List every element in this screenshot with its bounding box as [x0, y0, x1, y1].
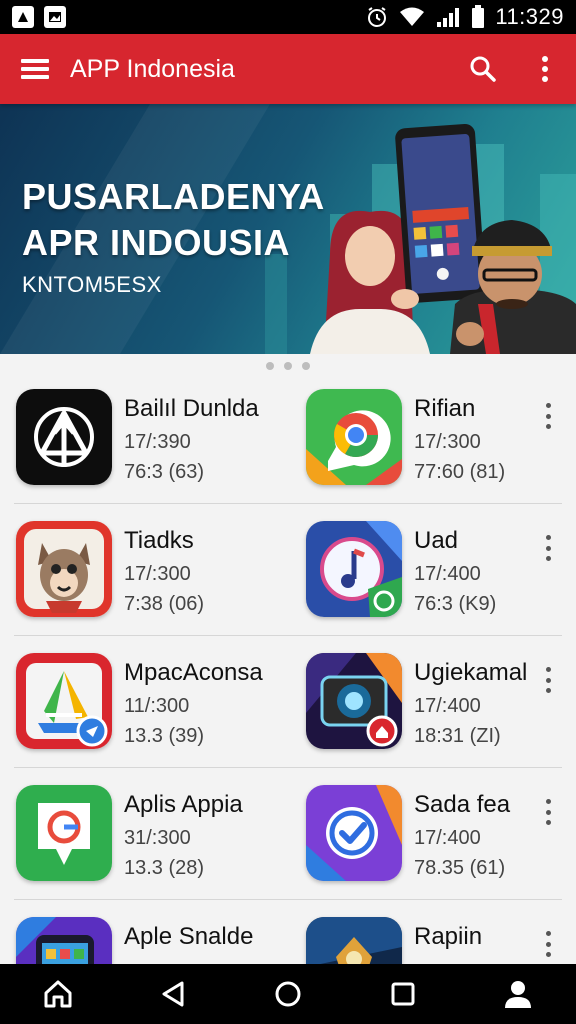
- promo-banner[interactable]: PUSARLADENYA APR INDOUSIA KNTOM5ESX: [0, 104, 576, 354]
- more-options-button[interactable]: [540, 533, 556, 563]
- app-name: MpacAconsa: [124, 659, 263, 686]
- user-icon: [505, 981, 532, 1008]
- banner-subtext: KNTOM5ESX: [22, 272, 162, 297]
- profile-button[interactable]: [488, 964, 548, 1024]
- back-button[interactable]: [143, 964, 203, 1024]
- app-rating: 7:38 (06): [124, 593, 205, 615]
- more-options-button[interactable]: [540, 665, 556, 695]
- search-button[interactable]: [452, 34, 514, 104]
- arrow-triangle-icon: [16, 389, 112, 485]
- clock: 11:329: [495, 4, 564, 29]
- map-pin-icon: [16, 785, 112, 881]
- app-rating: 76:3 (K9): [414, 593, 497, 615]
- cartoon-cat-icon: [16, 521, 112, 617]
- chrome-style-icon: [306, 389, 402, 485]
- app-bar: APP Indonesia: [0, 34, 576, 104]
- app-rating: 76:3 (63): [124, 461, 205, 483]
- notification-app-icon: [12, 6, 34, 28]
- more-options-button[interactable]: [540, 797, 556, 827]
- carousel-dot[interactable]: [284, 362, 292, 370]
- more-vert-icon: [542, 56, 548, 82]
- app-card[interactable]: Sada fea 17/:400 78.35 (61): [306, 785, 576, 885]
- app-rating: 78.35 (61): [414, 857, 506, 879]
- app-rating: 18:31 (ZI): [414, 725, 501, 747]
- carousel-dot[interactable]: [266, 362, 274, 370]
- page-title: APP Indonesia: [70, 54, 235, 83]
- system-nav-bar: [0, 964, 576, 1024]
- app-row: Bailıl Dunlda 17/:390 76:3 (63) Rifian 1…: [14, 372, 562, 504]
- status-bar: 11:329: [0, 0, 576, 34]
- app-card[interactable]: Tiadks 17/:300 7:38 (06): [16, 521, 296, 621]
- back-triangle-icon: [162, 981, 184, 1007]
- app-name: Bailıl Dunlda: [124, 395, 259, 422]
- app-info: 17/:400: [414, 827, 481, 849]
- app-grid: Bailıl Dunlda 17/:390 76:3 (63) Rifian 1…: [0, 372, 576, 1024]
- search-icon: [470, 56, 496, 82]
- home-circle-button[interactable]: [258, 964, 318, 1024]
- app-rating: 13.3 (28): [124, 857, 205, 879]
- app-name: Rapiin: [414, 923, 483, 950]
- overflow-menu-button[interactable]: [514, 34, 576, 104]
- app-name: Ugiekamal: [414, 659, 528, 686]
- recents-square-icon: [391, 982, 415, 1006]
- app-info: 17/:400: [414, 563, 481, 585]
- app-row: Tiadks 17/:300 7:38 (06) Uad 17/:400 76:…: [14, 504, 562, 636]
- app-info: 17/:390: [124, 431, 191, 453]
- hamburger-icon: [21, 59, 49, 79]
- more-options-button[interactable]: [540, 401, 556, 431]
- battery-icon: [472, 5, 485, 28]
- app-name: Aple Snalde: [124, 923, 254, 950]
- carousel-dot[interactable]: [302, 362, 310, 370]
- app-card[interactable]: Aplis Appia 31/:300 13.3 (28): [16, 785, 296, 885]
- alarm-icon: [368, 7, 387, 27]
- app-card[interactable]: Ugiekamal 17/:400 18:31 (ZI): [306, 653, 576, 753]
- app-info: 17/:300: [124, 563, 191, 585]
- signal-icon: [437, 8, 460, 27]
- home-icon: [44, 980, 72, 1008]
- check-badge-icon: [306, 785, 402, 881]
- app-info: 31/:300: [124, 827, 191, 849]
- app-name: Aplis Appia: [124, 791, 243, 818]
- home-circle-icon: [275, 981, 301, 1007]
- carousel-indicator: [0, 362, 576, 370]
- banner-headline: PUSARLADENYA APR INDOUSIA: [22, 174, 325, 266]
- menu-button[interactable]: [0, 34, 70, 104]
- more-options-button[interactable]: [540, 929, 556, 959]
- home-button[interactable]: [28, 964, 88, 1024]
- wifi-icon: [400, 7, 425, 26]
- app-row: MpacAconsa 11/:300 13.3 (39) Ugiekamal 1…: [14, 636, 562, 768]
- app-name: Sada fea: [414, 791, 511, 818]
- drive-triangle-icon: [16, 653, 112, 749]
- app-card[interactable]: Bailıl Dunlda 17/:390 76:3 (63): [16, 389, 296, 489]
- app-name: Rifian: [414, 395, 476, 422]
- app-row: Aplis Appia 31/:300 13.3 (28) Sada fea 1…: [14, 768, 562, 900]
- app-info: 11/:300: [124, 695, 190, 717]
- banner-headline-line-1: PUSARLADENYA: [22, 176, 325, 217]
- recents-button[interactable]: [373, 964, 433, 1024]
- app-card[interactable]: MpacAconsa 11/:300 13.3 (39): [16, 653, 296, 753]
- app-rating: 13.3 (39): [124, 725, 205, 747]
- banner-headline-line-2: APR INDOUSIA: [22, 222, 291, 263]
- app-name: Uad: [414, 527, 459, 554]
- app-card[interactable]: Uad 17/:400 76:3 (K9): [306, 521, 576, 621]
- camera-device-icon: [306, 653, 402, 749]
- app-name: Tiadks: [124, 527, 194, 554]
- app-rating: 77:60 (81): [414, 461, 506, 483]
- notification-image-icon: [44, 6, 66, 28]
- app-info: 17/:300: [414, 431, 481, 453]
- app-card[interactable]: Rifian 17/:300 77:60 (81): [306, 389, 576, 489]
- app-info: 17/:400: [414, 695, 481, 717]
- music-note-icon: [306, 521, 402, 617]
